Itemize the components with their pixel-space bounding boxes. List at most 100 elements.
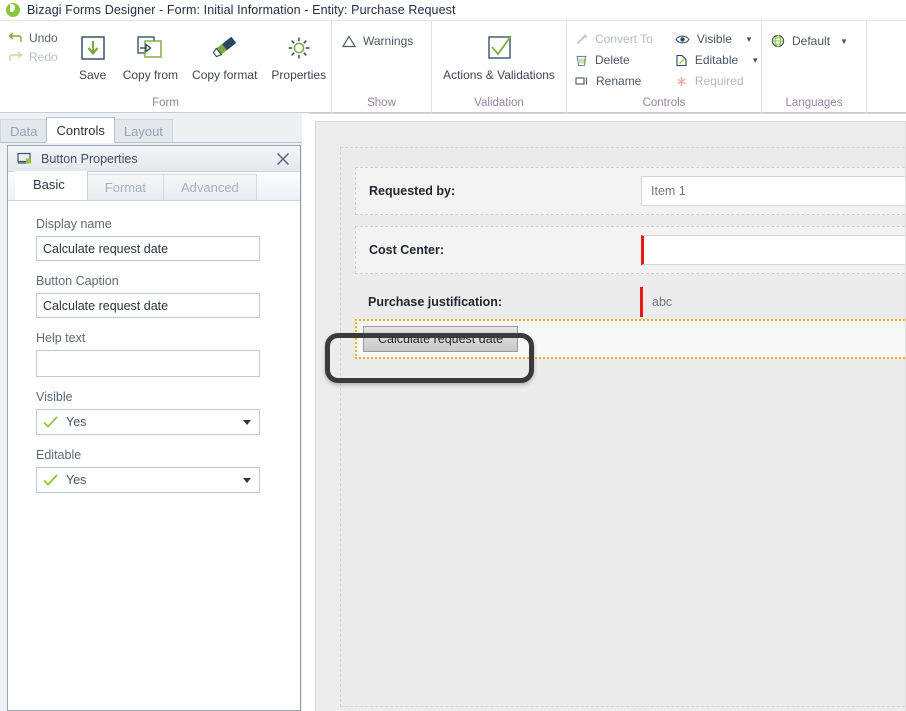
tab-advanced[interactable]: Advanced bbox=[162, 174, 257, 200]
properties-tab-strip: Basic Format Advanced bbox=[8, 171, 300, 201]
ribbon-group-controls: Convert To Delete Rename Visible ▼ Edita… bbox=[566, 21, 761, 113]
copy-format-icon bbox=[209, 29, 241, 67]
properties-panel-title: Button Properties bbox=[41, 151, 138, 166]
display-name-input[interactable]: Calculate request date bbox=[36, 236, 260, 261]
field-help-text: Help text bbox=[36, 331, 276, 377]
warnings-button[interactable]: Warnings bbox=[342, 34, 413, 48]
language-default-dropdown[interactable]: Default ▼ bbox=[771, 34, 848, 48]
eye-icon bbox=[675, 34, 690, 45]
field-editable: Editable Yes bbox=[36, 448, 276, 493]
ribbon-group-empty bbox=[866, 21, 906, 113]
ribbon-group-label-form: Form bbox=[152, 97, 179, 109]
properties-form: Display name Calculate request date Butt… bbox=[8, 201, 300, 493]
form-row-requested-by[interactable]: Requested by: Item 1 bbox=[355, 167, 906, 215]
help-text-label: Help text bbox=[36, 331, 86, 345]
form-canvas[interactable]: Requested by: Item 1 Cost Center: Purcha… bbox=[315, 121, 906, 711]
panel-tab-underline bbox=[0, 142, 302, 143]
button-control-icon bbox=[17, 152, 33, 165]
calculate-request-date-button[interactable]: Calculate request date bbox=[363, 326, 519, 352]
rename-button[interactable]: Rename bbox=[575, 74, 653, 88]
undo-button[interactable]: Undo bbox=[8, 31, 58, 45]
save-button[interactable]: Save bbox=[70, 25, 116, 82]
panel-tab-data[interactable]: Data bbox=[0, 119, 48, 143]
copy-format-button[interactable]: Copy format bbox=[185, 25, 264, 82]
panel-tab-layout[interactable]: Layout bbox=[113, 119, 173, 143]
form-canvas-area: Requested by: Item 1 Cost Center: Purcha… bbox=[309, 113, 906, 711]
form-row-cost-center[interactable]: Cost Center: bbox=[355, 226, 906, 274]
actions-validations-label: Actions & Validations bbox=[443, 68, 555, 82]
tab-format[interactable]: Format bbox=[86, 174, 164, 200]
convert-to-icon bbox=[575, 33, 588, 46]
copy-from-label: Copy from bbox=[122, 68, 179, 82]
check-icon bbox=[43, 416, 58, 428]
warning-triangle-icon bbox=[342, 34, 356, 48]
ribbon-group-label-controls: Controls bbox=[642, 97, 686, 109]
undo-icon bbox=[8, 31, 23, 45]
save-label: Save bbox=[79, 68, 107, 82]
editable-field-label: Editable bbox=[36, 448, 82, 462]
ribbon-toolbar: Undo Redo Save Copy from Copy format Pro… bbox=[0, 21, 906, 113]
actions-validations-button[interactable]: Actions & Validations bbox=[436, 25, 562, 82]
delete-label: Delete bbox=[595, 53, 630, 67]
globe-icon bbox=[771, 34, 785, 48]
display-name-label: Display name bbox=[36, 217, 112, 231]
properties-panel-header: Button Properties bbox=[8, 146, 300, 172]
trash-icon bbox=[575, 54, 588, 67]
redo-button[interactable]: Redo bbox=[8, 50, 58, 64]
cost-center-label: Cost Center: bbox=[369, 243, 445, 257]
ribbon-group-form: Undo Redo Save Copy from Copy format Pro… bbox=[0, 21, 331, 113]
properties-button[interactable]: Properties bbox=[264, 25, 333, 82]
editable-dropdown[interactable]: Editable ▼ bbox=[675, 53, 759, 67]
visible-select-value: Yes bbox=[66, 415, 87, 429]
help-text-input[interactable] bbox=[36, 350, 260, 377]
copy-format-label: Copy format bbox=[192, 68, 258, 82]
chevron-down-icon: ▼ bbox=[744, 34, 753, 44]
editable-select-value: Yes bbox=[66, 473, 87, 487]
redo-icon bbox=[8, 50, 23, 64]
button-properties-panel: Button Properties Basic Format Advanced … bbox=[7, 145, 301, 711]
cost-center-input[interactable] bbox=[641, 235, 906, 265]
button-caption-label: Button Caption bbox=[36, 274, 119, 288]
properties-label: Properties bbox=[271, 68, 327, 82]
chevron-down-icon bbox=[243, 419, 251, 425]
visible-dropdown[interactable]: Visible ▼ bbox=[675, 32, 759, 46]
field-visible: Visible Yes bbox=[36, 390, 276, 435]
ribbon-group-languages: Default ▼ Languages bbox=[761, 21, 866, 113]
form-row-purchase-justification[interactable]: Purchase justification: abc bbox=[355, 285, 906, 319]
visible-select[interactable]: Yes bbox=[36, 409, 260, 435]
rename-icon bbox=[575, 75, 589, 87]
visible-label: Visible bbox=[696, 32, 732, 46]
gear-icon bbox=[283, 29, 315, 67]
save-icon bbox=[78, 29, 108, 67]
left-panel: Data Controls Layout Button Properties B… bbox=[0, 113, 302, 711]
chevron-down-icon bbox=[243, 477, 251, 483]
close-icon[interactable] bbox=[272, 149, 294, 169]
purchase-justification-label: Purchase justification: bbox=[368, 295, 503, 309]
purchase-justification-input[interactable]: abc bbox=[640, 287, 906, 317]
warnings-label: Warnings bbox=[363, 34, 414, 48]
requested-by-input[interactable]: Item 1 bbox=[641, 176, 906, 206]
panel-tab-strip: Data Controls Layout bbox=[0, 117, 173, 143]
form-row-button-selected[interactable]: Calculate request date bbox=[355, 319, 906, 359]
language-default-label: Default bbox=[792, 34, 831, 48]
checkbox-check-icon bbox=[483, 29, 515, 67]
copy-from-icon bbox=[134, 29, 166, 67]
delete-button[interactable]: Delete bbox=[575, 53, 653, 67]
required-button[interactable]: Required bbox=[675, 74, 759, 88]
editable-select[interactable]: Yes bbox=[36, 467, 260, 493]
visible-field-label: Visible bbox=[36, 390, 73, 404]
ribbon-group-show: Warnings Show bbox=[331, 21, 431, 113]
convert-to-button[interactable]: Convert To bbox=[575, 32, 653, 46]
ribbon-group-label-show: Show bbox=[367, 97, 396, 109]
editable-label: Editable bbox=[694, 53, 739, 67]
rename-label: Rename bbox=[596, 74, 642, 88]
panel-tab-controls[interactable]: Controls bbox=[46, 117, 115, 143]
bizagi-logo-icon bbox=[6, 3, 20, 17]
tab-basic[interactable]: Basic bbox=[15, 171, 88, 200]
window-title: Bizagi Forms Designer - Form: Initial In… bbox=[27, 3, 456, 17]
redo-label: Redo bbox=[29, 50, 58, 64]
copy-from-button[interactable]: Copy from bbox=[116, 25, 185, 82]
edit-pencil-icon bbox=[675, 54, 688, 67]
button-caption-input[interactable]: Calculate request date bbox=[36, 293, 260, 318]
undo-label: Undo bbox=[29, 31, 58, 45]
